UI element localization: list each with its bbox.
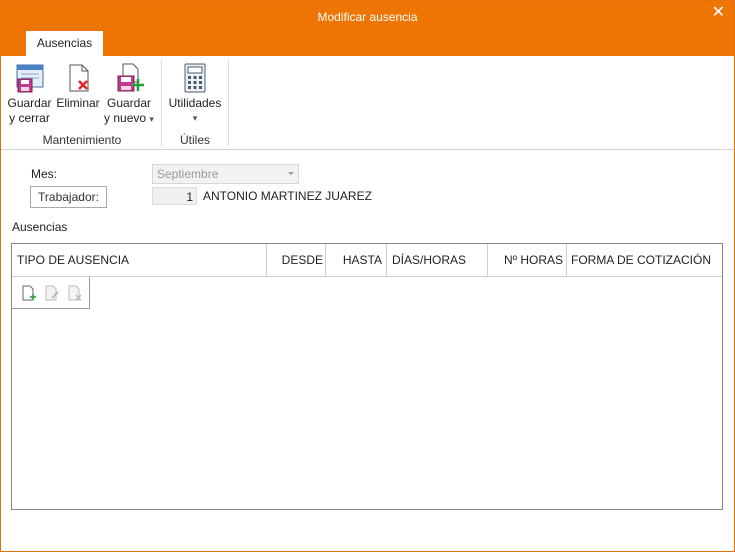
mes-select: Septiembre <box>152 164 299 184</box>
column-header-desde[interactable]: DESDE <box>267 244 323 276</box>
delete-document-icon <box>69 64 89 92</box>
ausencias-grid[interactable]: TIPO DE AUSENCIA DESDE HASTA DÍAS/HORAS … <box>11 243 723 510</box>
chevron-down-icon: ▾ <box>149 114 154 124</box>
mes-label: Mes: <box>31 167 58 181</box>
trabajador-name: ANTONIO MARTINEZ JUAREZ <box>203 189 372 203</box>
save-new-label-2: y nuevo <box>104 111 147 125</box>
column-header-dias-horas[interactable]: DÍAS/HORAS <box>392 244 487 276</box>
save-close-label-1: Guardar <box>7 96 52 110</box>
mes-value: Septiembre <box>157 167 219 181</box>
column-header-hasta[interactable]: HASTA <box>326 244 382 276</box>
save-close-button[interactable]: Guardar y cerrar <box>6 62 53 126</box>
column-divider <box>386 244 387 276</box>
modal-window: Modificar ausencia ✕ Ausencias Guardar y… <box>0 0 735 552</box>
close-icon[interactable]: ✕ <box>712 5 725 21</box>
window-title: Modificar ausencia <box>317 10 418 24</box>
grid-header: TIPO DE AUSENCIA DESDE HASTA DÍAS/HORAS … <box>12 244 722 277</box>
calculator-icon <box>184 63 206 93</box>
edit-row-icon[interactable] <box>44 285 60 301</box>
tab-ausencias[interactable]: Ausencias <box>26 31 103 56</box>
delete-row-icon[interactable] <box>67 285 83 301</box>
column-header-n-horas[interactable]: Nº HORAS <box>488 244 563 276</box>
column-divider <box>566 244 567 276</box>
ribbon-divider <box>228 60 229 146</box>
ausencias-section-label: Ausencias <box>12 220 68 234</box>
chevron-down-icon: ▾ <box>192 113 198 123</box>
trabajador-button[interactable]: Trabajador: <box>30 186 107 208</box>
delete-button[interactable]: Eliminar <box>55 62 101 111</box>
group-label-mantenimiento: Mantenimiento <box>42 133 122 147</box>
column-header-tipo[interactable]: TIPO DE AUSENCIA <box>17 244 267 276</box>
save-new-button[interactable]: Guardar y nuevo ▾ <box>103 62 155 127</box>
column-header-forma-cotizacion[interactable]: FORMA DE COTIZACIÓN <box>571 244 721 276</box>
new-row-icon[interactable] <box>21 285 37 301</box>
utilities-label: Utilidades <box>168 96 222 110</box>
save-close-icon <box>16 64 43 93</box>
save-new-icon <box>117 63 144 92</box>
trabajador-number-field[interactable]: 1 <box>152 187 197 205</box>
ribbon-divider <box>161 60 162 146</box>
utilities-button[interactable]: Utilidades ▾ <box>166 62 224 126</box>
save-new-label-1: Guardar <box>106 96 152 110</box>
delete-label: Eliminar <box>56 96 100 110</box>
group-label-utiles: Útiles <box>179 133 210 147</box>
grid-toolbar <box>12 277 90 309</box>
save-close-label-2: y cerrar <box>9 111 50 125</box>
title-bar: Modificar ausencia ✕ Ausencias <box>1 1 734 56</box>
chevron-down-icon <box>288 172 294 175</box>
ribbon: Guardar y cerrar Eliminar Guardar y nuev… <box>1 56 734 150</box>
